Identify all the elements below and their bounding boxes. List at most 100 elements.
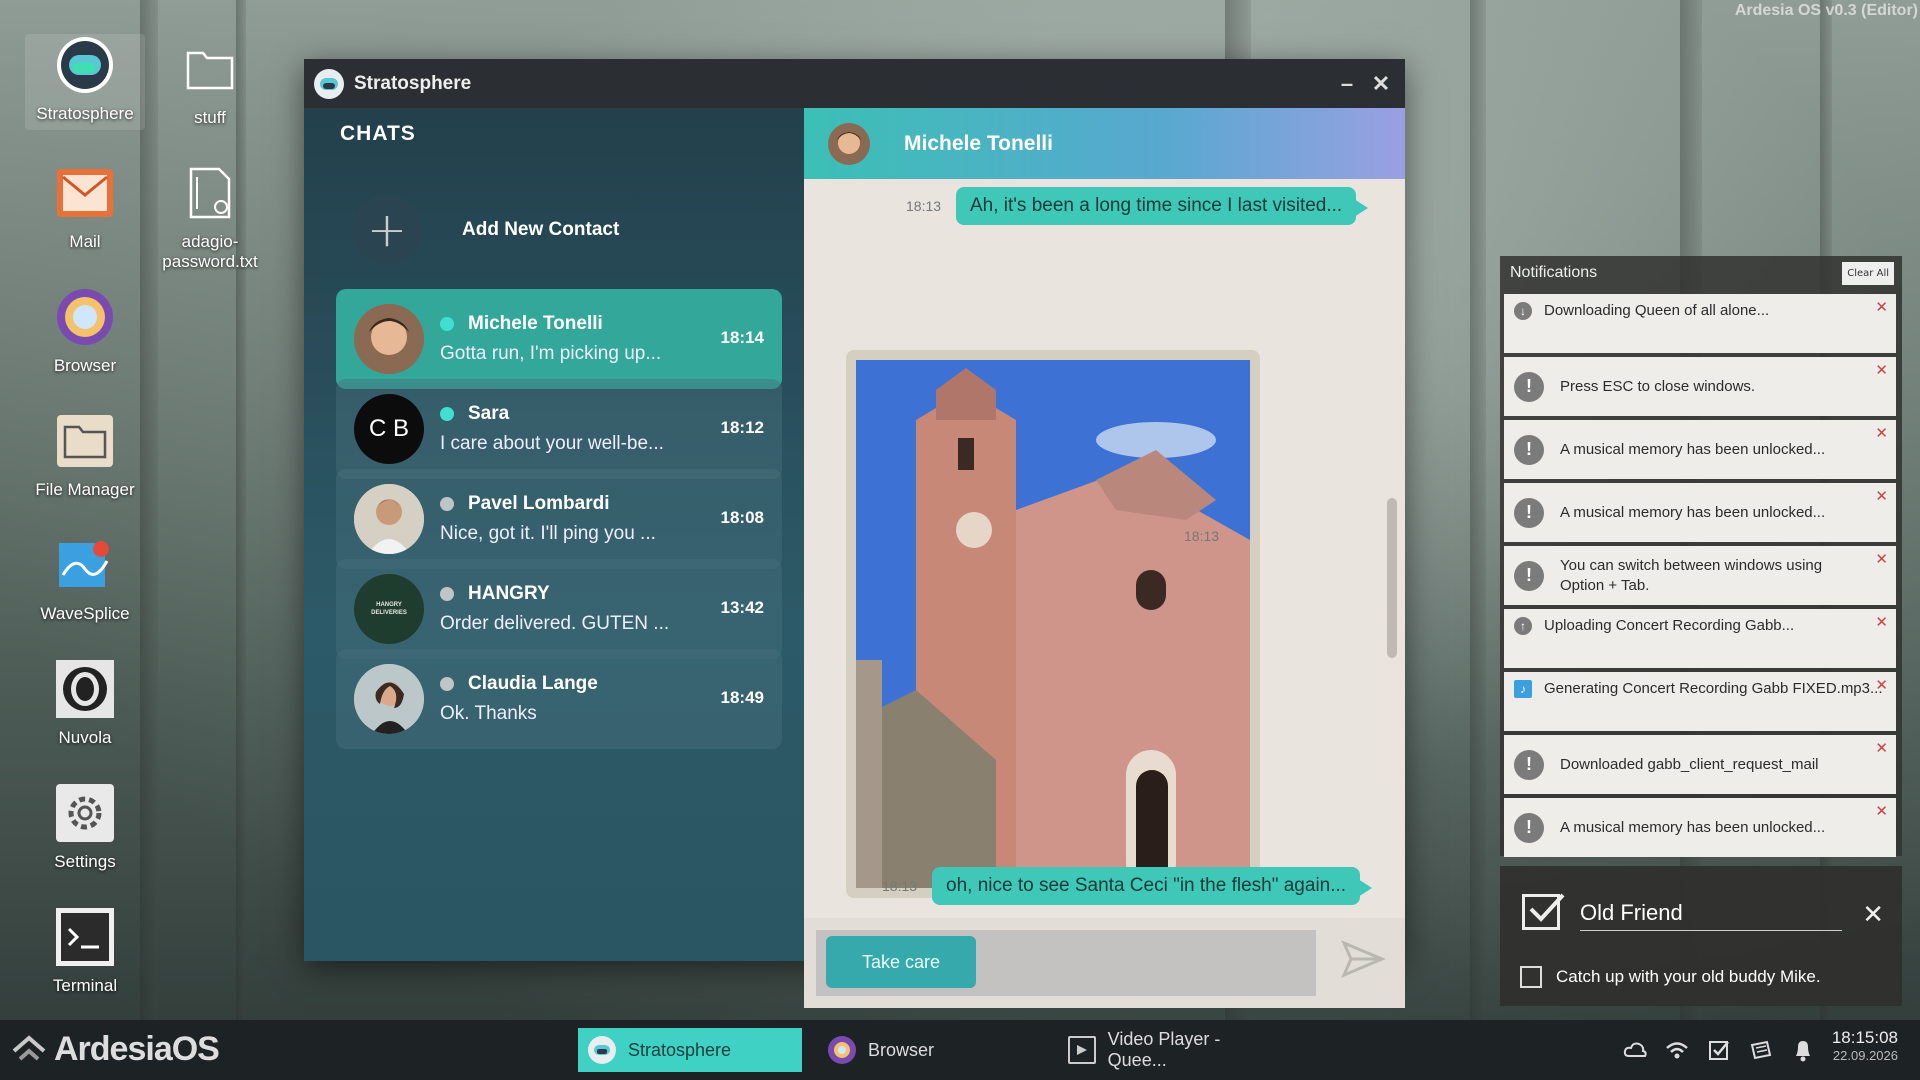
online-status-dot [440,407,454,421]
contact-item-pavel[interactable]: Pavel Lombardi Nice, got it. I'll ping y… [336,469,782,569]
offline-status-dot [440,497,454,511]
contact-time: 18:14 [720,328,764,347]
desktop-icon-label: Stratosphere [36,104,134,123]
dismiss-notification-button[interactable]: ✕ [1875,298,1888,316]
desktop-icon-settings[interactable]: Settings [25,782,145,872]
contact-item-michele[interactable]: Michele Tonelli Gotta run, I'm picking u… [336,289,782,389]
minimize-button[interactable]: – [1334,71,1360,97]
conversation-header: Michele Tonelli [804,108,1405,179]
online-status-dot [440,317,454,331]
stratosphere-app-icon [588,1036,616,1064]
contact-item-sara[interactable]: C B Sara I care about your well-be... 18… [336,379,782,479]
desktop-icon-stratosphere[interactable]: Stratosphere [25,34,145,130]
exclamation-icon: ! [1514,560,1544,591]
avatar [354,664,424,734]
notification-item[interactable]: ! You can switch between windows using O… [1504,546,1896,605]
clear-all-button[interactable]: Clear All [1842,262,1894,285]
message-photo[interactable] [846,350,1260,898]
subtask-checkbox[interactable] [1520,966,1542,988]
taskbar-app-browser[interactable]: Browser [818,1028,1042,1072]
notification-item[interactable]: ! Downloaded gabb_client_request_mail ✕ [1504,735,1896,794]
notification-item[interactable]: ! A musical memory has been unlocked... … [1504,483,1896,542]
stratosphere-window: Stratosphere – ✕ CHATS + Add New Contact… [304,59,1405,1008]
contact-name: Michele Tonelli [468,313,603,334]
desktop-icon-browser[interactable]: Browser [25,286,145,376]
exclamation-icon: ! [1514,497,1544,528]
notification-text: A musical memory has been unlocked... [1560,819,1826,836]
start-menu-button[interactable]: ArdesiaOS [12,1030,220,1069]
dismiss-notification-button[interactable]: ✕ [1875,676,1888,694]
taskbar: ArdesiaOS Stratosphere Browser Video Pla… [0,1020,1920,1080]
notification-item[interactable]: ↑ Uploading Concert Recording Gabb... ✕ [1504,609,1896,668]
contact-name: HANGRY [468,583,550,604]
send-icon[interactable] [1341,940,1386,982]
desktop-icon-mail[interactable]: Mail [25,162,145,252]
bell-icon[interactable] [1790,1037,1816,1063]
dismiss-notification-button[interactable]: ✕ [1875,424,1888,442]
desktop-icon-label: Browser [53,356,117,375]
contact-item-hangry[interactable]: HANGRY DELIVERIES HANGRY Order delivered… [336,559,782,659]
contact-name: Pavel Lombardi [468,493,610,514]
desktop-icon-wavesplice[interactable]: WaveSplice [25,534,145,624]
dismiss-notification-button[interactable]: ✕ [1875,739,1888,757]
notification-text: Generating Concert Recording Gabb FIXED.… [1544,680,1883,697]
gear-icon [54,782,116,844]
taskbar-app-stratosphere[interactable]: Stratosphere [578,1028,802,1072]
dismiss-notification-button[interactable]: ✕ [1875,613,1888,631]
exclamation-icon: ! [1514,749,1544,780]
task-complete-checkbox[interactable] [1522,893,1565,930]
notification-text: Downloaded gabb_client_request_mail [1560,756,1819,773]
notification-item[interactable]: ♪ Generating Concert Recording Gabb FIXE… [1504,672,1896,731]
desktop-icon-file-manager[interactable]: File Manager [25,410,145,500]
notification-item[interactable]: ↓ Downloading Queen of all alone... ✕ [1504,294,1896,353]
reply-option-button[interactable]: Take care [826,936,976,988]
exclamation-icon: ! [1514,812,1544,843]
avatar [828,122,870,165]
dismiss-notification-button[interactable]: ✕ [1875,802,1888,820]
desktop-icon-nuvola[interactable]: Nuvola [25,658,145,748]
window-titlebar[interactable]: Stratosphere – ✕ [304,59,1405,108]
cloud-sync-icon[interactable] [1622,1037,1648,1063]
notification-item[interactable]: ! A musical memory has been unlocked... … [1504,420,1896,479]
wavesplice-icon [54,534,116,596]
window-title: Stratosphere [354,72,472,94]
dismiss-notification-button[interactable]: ✕ [1875,487,1888,505]
text-file-icon [179,162,241,224]
desktop-icon-adagio-password[interactable]: adagio-password.txt [150,162,270,272]
offline-status-dot [440,587,454,601]
add-contact-button[interactable]: + Add New Contact [352,195,619,265]
notes-icon[interactable] [1748,1037,1774,1063]
contact-item-claudia[interactable]: Claudia Lange Ok. Thanks 18:49 [336,649,782,749]
browser-icon [54,286,116,348]
dismiss-notification-button[interactable]: ✕ [1875,361,1888,379]
clock-date: 22.09.2026 [1832,1048,1898,1063]
stratosphere-logo-icon [314,68,344,99]
wifi-icon[interactable] [1664,1037,1690,1063]
contact-time: 18:12 [720,418,764,437]
desktop-icon-label: stuff [194,108,226,127]
contact-name: Claudia Lange [468,673,598,694]
desktop-icon-terminal[interactable]: Terminal [25,906,145,996]
desktop-icon-label: Terminal [52,976,118,995]
taskbar-app-label: Browser [868,1039,935,1060]
tasks-icon[interactable] [1706,1037,1732,1063]
system-clock[interactable]: 18:15:08 22.09.2026 [1832,1028,1898,1063]
desktop-icon-label: Mail [69,232,101,251]
offline-status-dot [440,677,454,691]
notification-text: A musical memory has been unlocked... [1560,504,1826,521]
dismiss-notification-button[interactable]: ✕ [1875,550,1888,568]
message-bubble: oh, nice to see Santa Ceci "in the flesh… [932,867,1373,905]
notification-item[interactable]: ! Press ESC to close windows. ✕ [1504,357,1896,416]
close-window-button[interactable]: ✕ [1368,71,1394,97]
chats-sidebar: CHATS + Add New Contact Michele Tonelli … [304,108,804,961]
desktop-icon-label: WaveSplice [40,604,130,623]
folder-icon [179,38,241,100]
wavesplice-icon: ♪ [1514,680,1532,698]
contact-time: 18:08 [720,508,764,527]
taskbar-app-video-player[interactable]: Video Player - Quee... [1058,1028,1282,1072]
notification-text: Press ESC to close windows. [1560,378,1756,395]
conversation-scrollbar[interactable] [1387,498,1397,658]
close-task-button[interactable]: ✕ [1862,900,1884,930]
notification-item[interactable]: ! A musical memory has been unlocked... … [1504,798,1896,857]
desktop-icon-stuff[interactable]: stuff [150,38,270,128]
